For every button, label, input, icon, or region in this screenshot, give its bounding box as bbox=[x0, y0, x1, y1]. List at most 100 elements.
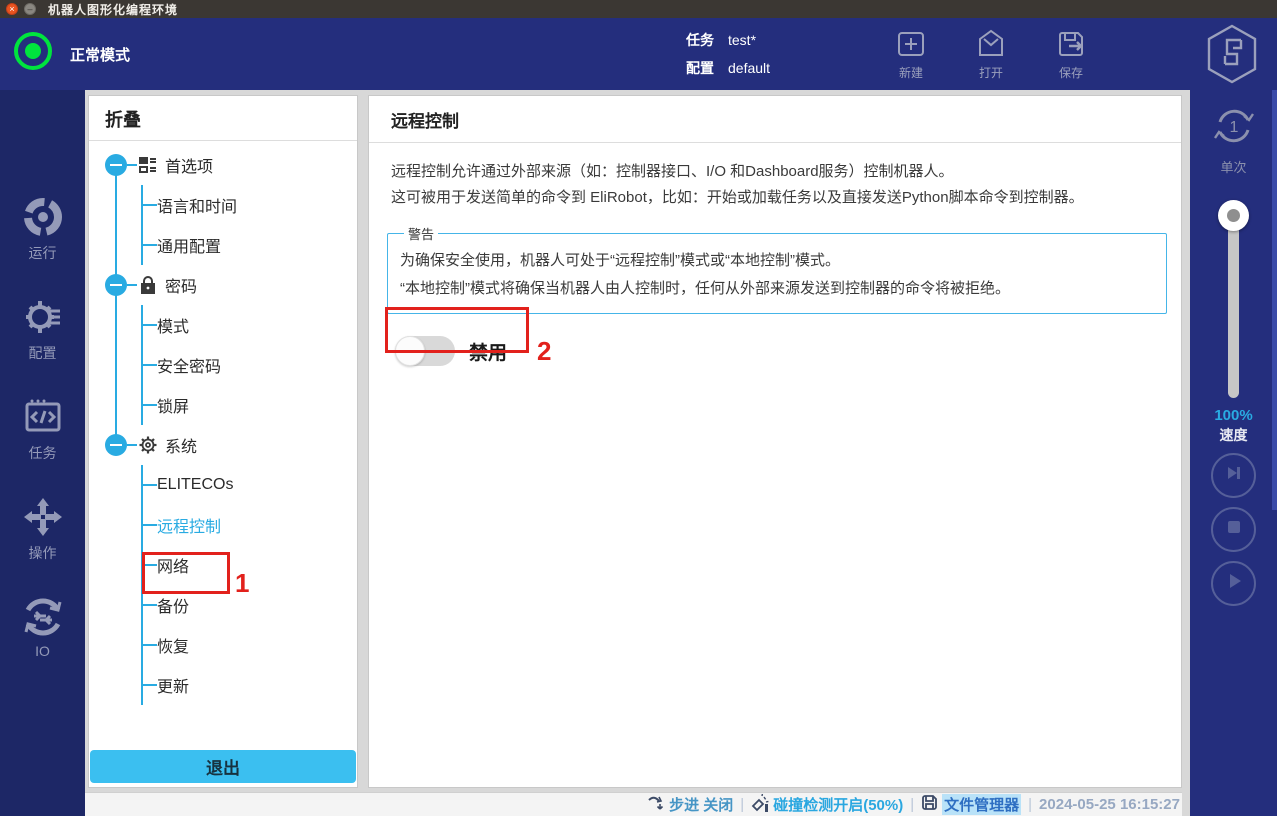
description-line-1: 远程控制允许通过外部来源（如：控制器接口、I/O 和Dashboard服务）控制… bbox=[391, 159, 1159, 185]
skip-forward-icon bbox=[1224, 463, 1244, 488]
tree-item-label: 首选项 bbox=[165, 153, 213, 177]
single-cycle-icon: 1 bbox=[1210, 137, 1258, 154]
io-exchange-icon bbox=[0, 594, 85, 640]
sidebar-item-task[interactable]: 任务 bbox=[0, 394, 85, 463]
divider bbox=[369, 142, 1181, 143]
save-icon bbox=[1036, 26, 1106, 62]
tree-item-network[interactable]: 网络 bbox=[143, 545, 357, 585]
tree-group-password: 密码 模式 安全密码 锁屏 bbox=[89, 265, 357, 425]
tree-item-preferences[interactable]: 首选项 bbox=[89, 145, 357, 185]
sidebar-item-label: 运行 bbox=[0, 243, 85, 263]
tree-item-safety-password[interactable]: 安全密码 bbox=[143, 345, 357, 385]
window-close-button[interactable]: × bbox=[6, 3, 18, 15]
tree-group-system: 系统 ELITECOs 远程控制 网络 备份 恢复 更新 bbox=[89, 425, 357, 705]
remote-control-panel: 远程控制 远程控制允许通过外部来源（如：控制器接口、I/O 和Dashboard… bbox=[368, 95, 1182, 788]
tree-item-label: ELITECOs bbox=[157, 476, 233, 494]
tree-item-label: 远程控制 bbox=[157, 513, 221, 537]
tree-item-language-time[interactable]: 语言和时间 bbox=[143, 185, 357, 225]
config-label: 配置 bbox=[686, 54, 714, 82]
tree-item-label: 通用配置 bbox=[157, 233, 221, 257]
separator: | bbox=[1028, 796, 1032, 813]
cycle-count: 1 bbox=[1229, 119, 1238, 136]
tree-item-label: 系统 bbox=[165, 433, 197, 457]
remote-control-toggle[interactable] bbox=[395, 336, 455, 366]
warning-line-1: 为确保安全使用，机器人可处于“远程控制”模式或“本地控制”模式。 bbox=[400, 247, 1154, 275]
speed-slider-knob[interactable] bbox=[1218, 200, 1249, 231]
tree-item-label: 语言和时间 bbox=[157, 193, 237, 217]
preferences-icon bbox=[137, 154, 159, 176]
speed-slider-track[interactable] bbox=[1228, 212, 1239, 398]
collapse-minus-icon[interactable] bbox=[105, 434, 127, 456]
step-mode-text: 步进 关闭 bbox=[669, 794, 733, 815]
tree-item-lock-screen[interactable]: 锁屏 bbox=[143, 385, 357, 425]
code-window-icon bbox=[0, 394, 85, 440]
tree-connector bbox=[127, 284, 137, 286]
collision-icon bbox=[751, 794, 769, 816]
system-gear-icon bbox=[137, 434, 159, 456]
stop-icon bbox=[1225, 518, 1243, 541]
lock-icon bbox=[137, 274, 159, 296]
description-line-2: 这可被用于发送简单的命令到 EliRobot，比如：开始或加载任务以及直接发送P… bbox=[391, 185, 1159, 211]
task-value: test* bbox=[728, 26, 756, 54]
sidebar-item-io[interactable]: IO bbox=[0, 594, 85, 659]
warning-legend: 警告 bbox=[404, 224, 438, 243]
play-button[interactable] bbox=[1211, 561, 1256, 606]
collapse-header[interactable]: 折叠 bbox=[89, 96, 357, 140]
remote-control-toggle-row: 禁用 bbox=[395, 336, 1181, 366]
collision-detection-status[interactable]: 碰撞检测开启(50%) bbox=[751, 794, 903, 816]
sidebar-item-operate[interactable]: 操作 bbox=[0, 494, 85, 563]
warning-box: 警告 为确保安全使用，机器人可处于“远程控制”模式或“本地控制”模式。 “本地控… bbox=[387, 224, 1167, 314]
collapse-minus-icon[interactable] bbox=[105, 154, 127, 176]
sidebar-item-label: IO bbox=[0, 643, 85, 659]
tree-item-label: 更新 bbox=[157, 673, 189, 697]
task-config-info: 任务 test* 配置 default bbox=[686, 26, 770, 82]
window-minimize-button[interactable]: – bbox=[24, 3, 36, 15]
tree-item-backup[interactable]: 备份 bbox=[143, 585, 357, 625]
sidebar-item-run[interactable]: 运行 bbox=[0, 194, 85, 263]
tree-item-label: 模式 bbox=[157, 313, 189, 337]
task-label: 任务 bbox=[686, 26, 714, 54]
open-task-button[interactable]: 打开 bbox=[956, 26, 1026, 81]
toggle-state-label: 禁用 bbox=[469, 338, 507, 365]
tree-item-restore[interactable]: 恢复 bbox=[143, 625, 357, 665]
tree-item-general-config[interactable]: 通用配置 bbox=[143, 225, 357, 265]
file-manager-button[interactable]: 文件管理器 bbox=[921, 794, 1021, 815]
window-title: 机器人图形化编程环境 bbox=[48, 1, 178, 18]
tree-item-elitecos[interactable]: ELITECOs bbox=[143, 465, 357, 505]
step-forward-button[interactable] bbox=[1211, 453, 1256, 498]
tree-item-label: 恢复 bbox=[157, 633, 189, 657]
exit-button[interactable]: 退出 bbox=[90, 750, 356, 783]
gear-list-icon bbox=[0, 294, 85, 340]
new-task-button[interactable]: 新建 bbox=[876, 26, 946, 81]
tree-item-password[interactable]: 密码 bbox=[89, 265, 357, 305]
collapse-minus-icon[interactable] bbox=[105, 274, 127, 296]
tree-group-preferences: 首选项 语言和时间 通用配置 bbox=[89, 145, 357, 265]
tree-item-system[interactable]: 系统 bbox=[89, 425, 357, 465]
tree-item-remote-control[interactable]: 远程控制 bbox=[143, 505, 357, 545]
sidebar-item-label: 配置 bbox=[0, 343, 85, 363]
tree-connector bbox=[127, 444, 137, 446]
warning-line-2: “本地控制”模式将确保当机器人由人控制时，任何从外部来源发送到控制器的命令将被拒… bbox=[400, 275, 1154, 303]
run-control-sidebar: 1 单次 100% 速度 bbox=[1190, 90, 1277, 816]
sidebar-item-config[interactable]: 配置 bbox=[0, 294, 85, 363]
step-mode-status[interactable]: 步进 关闭 bbox=[647, 794, 733, 815]
play-icon bbox=[1224, 571, 1244, 596]
sidebar-item-label: 任务 bbox=[0, 443, 85, 463]
toggle-knob[interactable] bbox=[395, 336, 425, 366]
save-task-button[interactable]: 保存 bbox=[1036, 26, 1106, 81]
window-title-bar: × – 机器人图形化编程环境 bbox=[0, 0, 1277, 18]
stop-button[interactable] bbox=[1211, 507, 1256, 552]
tree-item-update[interactable]: 更新 bbox=[143, 665, 357, 705]
single-cycle-button[interactable]: 1 单次 bbox=[1190, 102, 1277, 176]
step-arrow-icon bbox=[647, 795, 665, 815]
new-task-label: 新建 bbox=[876, 64, 946, 81]
tree-item-label: 备份 bbox=[157, 593, 189, 617]
tree-item-mode[interactable]: 模式 bbox=[143, 305, 357, 345]
robot-status-indicator-icon bbox=[14, 32, 52, 70]
left-nav-sidebar: 运行 配置 任务 bbox=[0, 90, 85, 816]
sidebar-item-label: 操作 bbox=[0, 543, 85, 563]
open-file-icon bbox=[956, 26, 1026, 62]
collision-detection-text: 碰撞检测开启(50%) bbox=[773, 794, 903, 815]
separator: | bbox=[910, 796, 914, 813]
app-header: 正常模式 任务 test* 配置 default 新建 打开 bbox=[0, 18, 1277, 90]
